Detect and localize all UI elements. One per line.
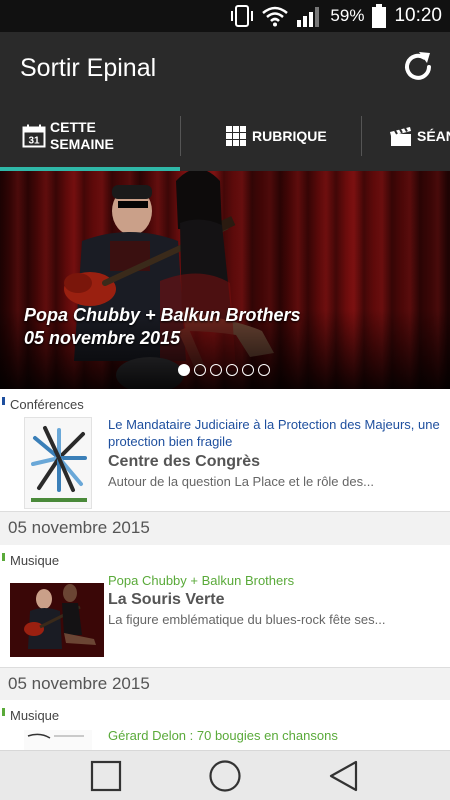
event-date: 05 novembre 2015: [8, 518, 150, 537]
app-bar: Sortir Epinal: [0, 32, 450, 104]
category-marker: [2, 708, 5, 716]
tab-divider: [361, 116, 362, 156]
system-nav-bar: [0, 750, 450, 800]
tab-cette-semaine[interactable]: 31 CETTE SEMAINE: [22, 104, 114, 168]
event-list[interactable]: Conférences Le Mandataire Judiciaire à l…: [0, 389, 450, 750]
event-thumbnail: [24, 730, 92, 750]
calendar-icon: 31: [22, 124, 46, 148]
event-thumbnail: [10, 583, 104, 657]
tab-rubrique[interactable]: RUBRIQUE: [224, 104, 327, 168]
event-category: Musique: [10, 553, 60, 568]
tab-cette-semaine-label: CETTE SEMAINE: [50, 119, 114, 152]
status-icons: 59% 10:20: [230, 0, 442, 32]
tab-seances-label: SÉAN: [417, 127, 450, 144]
home-icon[interactable]: [208, 759, 242, 793]
page-dot-6[interactable]: [258, 364, 270, 376]
clock: 10:20: [394, 5, 442, 26]
event-venue: Centre des Congrès: [108, 453, 261, 470]
event-thumbnail: [24, 417, 92, 509]
refresh-icon[interactable]: [400, 49, 436, 85]
category-marker: [2, 397, 5, 405]
wifi-icon: [262, 6, 289, 27]
page-dot-5[interactable]: [242, 364, 254, 376]
recent-apps-icon[interactable]: [89, 759, 123, 793]
event-date: 05 novembre 2015: [8, 674, 150, 693]
carousel-title: Popa Chubby + Balkun Brothers: [24, 305, 301, 325]
signal-icon: [297, 7, 320, 27]
page-dot-1[interactable]: [178, 364, 190, 376]
tab-rubrique-label: RUBRIQUE: [252, 127, 327, 144]
page-dot-2[interactable]: [194, 364, 206, 376]
grid-icon: [226, 126, 246, 146]
tab-bar: 31 CETTE SEMAINE RUBRIQUE SÉAN: [0, 104, 450, 171]
event-card[interactable]: Musique Gérard Delon : 70 bougies en cha…: [0, 700, 450, 750]
app-title: Sortir Epinal: [20, 54, 157, 82]
vibrate-icon: [231, 5, 254, 27]
carousel-date: 05 novembre 2015: [24, 328, 181, 348]
tab-divider: [180, 116, 181, 156]
event-headline[interactable]: Popa Chubby + Balkun Brothers: [108, 572, 444, 589]
event-headline[interactable]: Le Mandataire Judiciaire à la Protection…: [108, 416, 444, 450]
clapperboard-icon: [390, 127, 411, 146]
event-category: Musique: [10, 708, 60, 723]
page-dot-4[interactable]: [226, 364, 238, 376]
event-card[interactable]: Musique Popa Chubby + Balkun Brothers La…: [0, 545, 450, 668]
carousel-caption: Popa Chubby + Balkun Brothers 05 novembr…: [24, 304, 301, 350]
battery-icon: [372, 4, 387, 28]
page-dot-3[interactable]: [210, 364, 222, 376]
calendar-icon-day: 31: [28, 136, 40, 147]
event-headline[interactable]: Gérard Delon : 70 bougies en chansons: [108, 727, 444, 744]
event-card[interactable]: Conférences Le Mandataire Judiciaire à l…: [0, 389, 450, 512]
carousel-pagination: [178, 364, 270, 376]
concert-thumbnail-image: [10, 583, 104, 657]
event-description: La figure emblématique du blues-rock fêt…: [108, 612, 386, 627]
battery-percent: 59%: [330, 6, 365, 25]
event-description: Autour de la question La Place et le rôl…: [108, 474, 374, 489]
tab-seances[interactable]: SÉAN: [389, 104, 450, 168]
event-category: Conférences: [10, 397, 84, 412]
back-icon[interactable]: [327, 759, 361, 793]
status-bar: 59% 10:20: [0, 0, 450, 32]
featured-carousel[interactable]: Popa Chubby + Balkun Brothers 05 novembr…: [0, 171, 450, 389]
event-venue: La Souris Verte: [108, 591, 225, 608]
poster-image: [25, 418, 91, 508]
poster-image: [24, 730, 92, 750]
category-marker: [2, 553, 5, 561]
